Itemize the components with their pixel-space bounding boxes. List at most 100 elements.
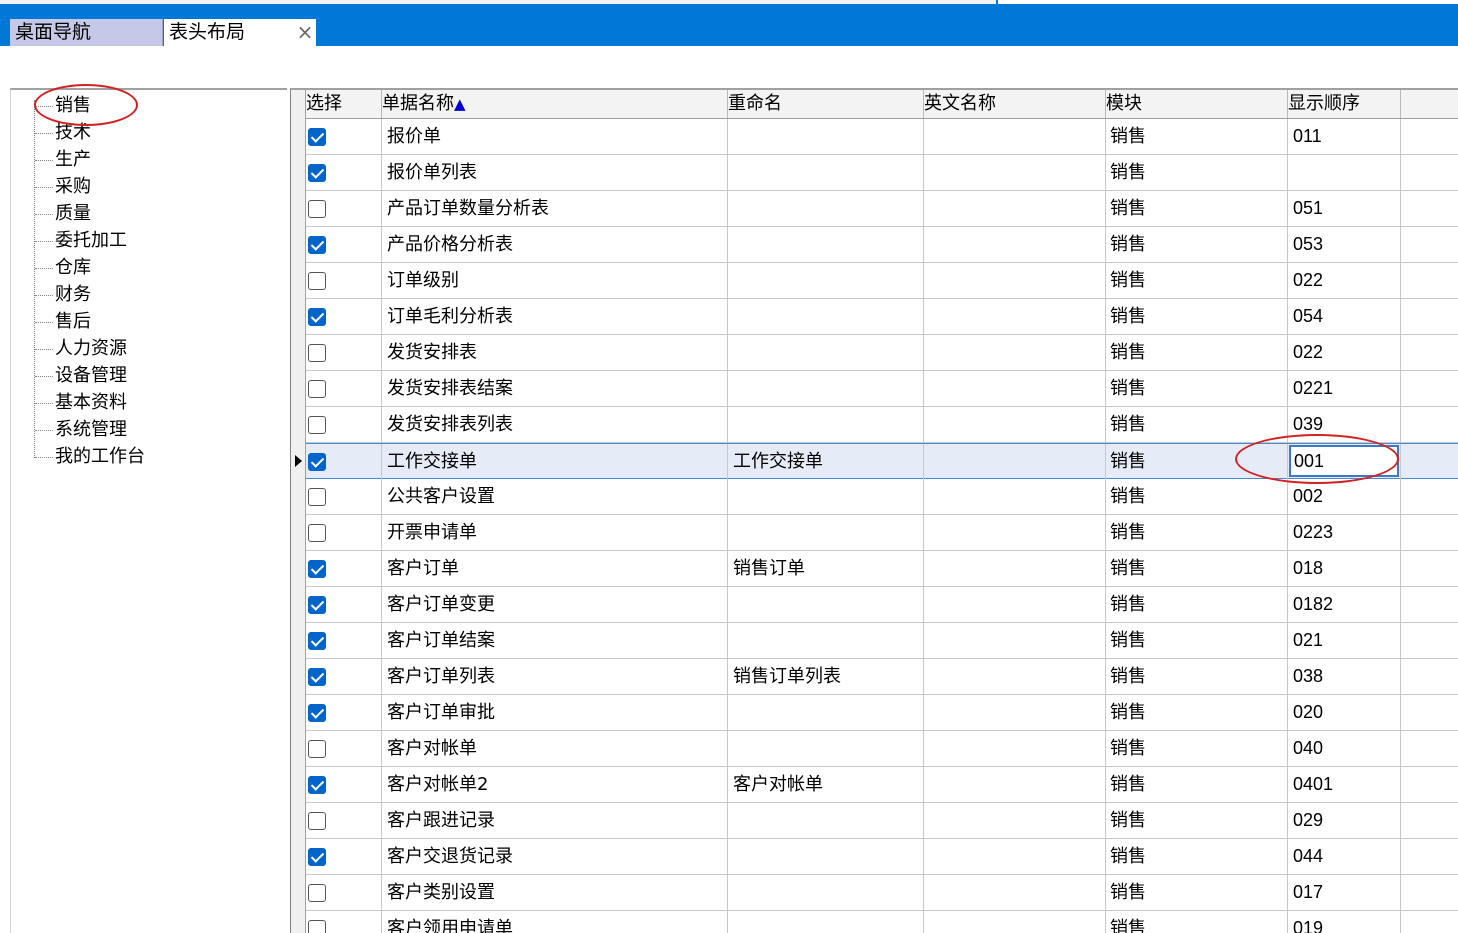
module-cell[interactable]: 销售: [1106, 155, 1288, 190]
table-row[interactable]: 报价单列表 销售: [306, 155, 1458, 191]
rename-cell[interactable]: [728, 335, 924, 370]
document-name-cell[interactable]: 订单级别: [382, 263, 728, 298]
table-row[interactable]: 客户跟进记录 销售 029: [306, 803, 1458, 839]
module-cell[interactable]: 销售: [1106, 515, 1288, 550]
rename-cell[interactable]: 客户对帐单: [728, 767, 924, 802]
table-row[interactable]: 发货安排表 销售 022: [306, 335, 1458, 371]
module-cell[interactable]: 销售: [1106, 659, 1288, 694]
select-checkbox[interactable]: [308, 488, 326, 506]
table-row[interactable]: 订单级别 销售 022: [306, 263, 1458, 299]
select-cell[interactable]: [306, 659, 382, 694]
select-checkbox[interactable]: [308, 776, 326, 794]
english-name-cell[interactable]: [924, 407, 1106, 442]
select-checkbox[interactable]: [308, 272, 326, 290]
rename-cell[interactable]: [728, 119, 924, 154]
select-cell[interactable]: [306, 335, 382, 370]
select-cell[interactable]: [306, 299, 382, 334]
column-header-rename[interactable]: 重命名: [728, 90, 924, 118]
rename-cell[interactable]: [728, 803, 924, 838]
select-cell[interactable]: [306, 119, 382, 154]
module-cell[interactable]: 销售: [1106, 227, 1288, 262]
rename-cell[interactable]: [728, 479, 924, 514]
display-order-input[interactable]: 001: [1289, 445, 1399, 477]
table-row[interactable]: 客户类别设置 销售 017: [306, 875, 1458, 911]
english-name-cell[interactable]: [924, 767, 1106, 802]
display-order-cell[interactable]: 038: [1288, 659, 1401, 694]
table-row[interactable]: 客户订单列表 销售订单列表 销售 038: [306, 659, 1458, 695]
rename-cell[interactable]: [728, 587, 924, 622]
document-name-cell[interactable]: 客户对帐单: [382, 731, 728, 766]
rename-cell[interactable]: [728, 263, 924, 298]
table-row[interactable]: 客户订单结案 销售 021: [306, 623, 1458, 659]
select-checkbox[interactable]: [308, 668, 326, 686]
english-name-cell[interactable]: [924, 263, 1106, 298]
english-name-cell[interactable]: [924, 551, 1106, 586]
rename-cell[interactable]: [728, 695, 924, 730]
rename-cell[interactable]: 工作交接单: [728, 444, 924, 479]
document-name-cell[interactable]: 客户跟进记录: [382, 803, 728, 838]
select-cell[interactable]: [306, 479, 382, 514]
tree-item[interactable]: 基本资料: [35, 390, 127, 416]
english-name-cell[interactable]: [924, 659, 1106, 694]
english-name-cell[interactable]: [924, 335, 1106, 370]
rename-cell[interactable]: [728, 299, 924, 334]
document-name-cell[interactable]: 产品价格分析表: [382, 227, 728, 262]
close-icon[interactable]: ×: [296, 21, 314, 43]
select-cell[interactable]: [306, 191, 382, 226]
display-order-cell[interactable]: 018: [1288, 551, 1401, 586]
module-cell[interactable]: 销售: [1106, 911, 1288, 933]
module-cell[interactable]: 销售: [1106, 623, 1288, 658]
table-row[interactable]: 产品订单数量分析表 销售 051: [306, 191, 1458, 227]
english-name-cell[interactable]: [924, 731, 1106, 766]
document-name-cell[interactable]: 产品订单数量分析表: [382, 191, 728, 226]
document-name-cell[interactable]: 发货安排表列表: [382, 407, 728, 442]
select-checkbox[interactable]: [308, 236, 326, 254]
display-order-cell[interactable]: 029: [1288, 803, 1401, 838]
english-name-cell[interactable]: [924, 623, 1106, 658]
select-cell[interactable]: [306, 551, 382, 586]
english-name-cell[interactable]: [924, 695, 1106, 730]
select-checkbox[interactable]: [308, 884, 326, 902]
select-cell[interactable]: [306, 227, 382, 262]
display-order-cell[interactable]: 002: [1288, 479, 1401, 514]
document-name-cell[interactable]: 工作交接单: [382, 444, 728, 479]
module-cell[interactable]: 销售: [1106, 371, 1288, 406]
select-checkbox[interactable]: [308, 812, 326, 830]
display-order-cell[interactable]: 053: [1288, 227, 1401, 262]
module-cell[interactable]: 销售: [1106, 875, 1288, 910]
rename-cell[interactable]: [728, 875, 924, 910]
table-row[interactable]: 客户领用申请单 销售 019: [306, 911, 1458, 933]
document-name-cell[interactable]: 客户领用申请单: [382, 911, 728, 933]
document-name-cell[interactable]: 客户订单列表: [382, 659, 728, 694]
display-order-cell[interactable]: 017: [1288, 875, 1401, 910]
english-name-cell[interactable]: [924, 875, 1106, 910]
document-name-cell[interactable]: 发货安排表: [382, 335, 728, 370]
module-cell[interactable]: 销售: [1106, 803, 1288, 838]
document-name-cell[interactable]: 报价单: [382, 119, 728, 154]
document-name-cell[interactable]: 订单毛利分析表: [382, 299, 728, 334]
table-row[interactable]: 发货安排表列表 销售 039: [306, 407, 1458, 443]
module-cell[interactable]: 销售: [1106, 767, 1288, 802]
select-cell[interactable]: [306, 911, 382, 933]
tree-item[interactable]: 销售: [35, 93, 91, 119]
english-name-cell[interactable]: [924, 299, 1106, 334]
select-cell[interactable]: [306, 695, 382, 730]
select-checkbox[interactable]: [308, 848, 326, 866]
display-order-cell[interactable]: 022: [1288, 335, 1401, 370]
select-cell[interactable]: [306, 371, 382, 406]
rename-cell[interactable]: [728, 911, 924, 933]
english-name-cell[interactable]: [924, 911, 1106, 933]
select-cell[interactable]: [306, 839, 382, 874]
select-checkbox[interactable]: [308, 344, 326, 362]
select-checkbox[interactable]: [308, 128, 326, 146]
column-header-display-order[interactable]: 显示顺序: [1288, 90, 1401, 118]
select-checkbox[interactable]: [308, 740, 326, 758]
english-name-cell[interactable]: [924, 155, 1106, 190]
select-cell[interactable]: [306, 731, 382, 766]
display-order-cell[interactable]: 044: [1288, 839, 1401, 874]
rename-cell[interactable]: [728, 839, 924, 874]
column-header-select[interactable]: 选择: [306, 90, 382, 118]
select-checkbox[interactable]: [308, 560, 326, 578]
module-cell[interactable]: 销售: [1106, 551, 1288, 586]
select-checkbox[interactable]: [308, 453, 326, 471]
